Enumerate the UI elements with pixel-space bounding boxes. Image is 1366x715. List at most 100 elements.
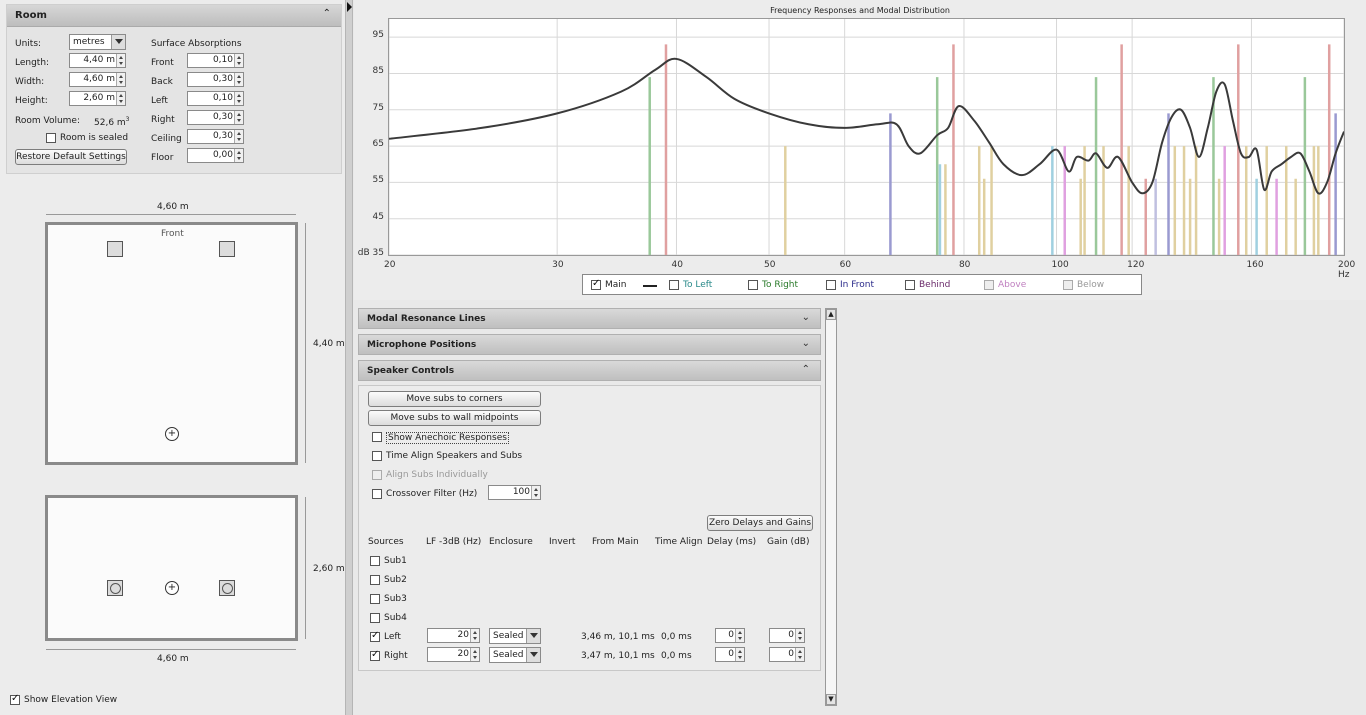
stepper-arrows-icon[interactable] xyxy=(116,73,125,86)
stepper-arrows-icon[interactable] xyxy=(470,629,479,642)
stepper-arrows-icon[interactable] xyxy=(234,130,243,143)
show-elevation-checkbox[interactable] xyxy=(10,693,20,705)
room-sealed-checkbox[interactable] xyxy=(46,133,56,143)
legend-in-front-label: In Front xyxy=(840,280,874,290)
width-stepper[interactable]: 4,60 m xyxy=(69,72,126,87)
legend-to-left-checkbox[interactable] xyxy=(669,280,679,290)
legend-main-swatch xyxy=(643,285,657,287)
microphone-icon[interactable]: + xyxy=(165,427,179,441)
back-absorption-stepper[interactable]: 0,30 xyxy=(187,72,244,87)
restore-defaults-button[interactable]: Restore Default Settings xyxy=(15,149,127,165)
ceiling-absorption-label: Ceiling xyxy=(151,134,182,144)
x-tick-label: 60 xyxy=(839,260,852,270)
crossover-stepper[interactable]: 100 xyxy=(488,485,541,500)
zero-delays-button[interactable]: Zero Delays and Gains xyxy=(707,515,813,531)
ceiling-absorption-stepper[interactable]: 0,30 xyxy=(187,129,244,144)
floor-plan[interactable]: Front + xyxy=(45,222,298,465)
stepper-arrows-icon[interactable] xyxy=(234,73,243,86)
stepper-arrows-icon[interactable] xyxy=(116,92,125,105)
elevation-height-dimension: 2,60 m xyxy=(313,564,345,574)
vertical-scrollbar[interactable]: ▲ ▼ xyxy=(825,308,837,706)
left-enclosure-select[interactable]: Sealed xyxy=(489,628,541,644)
units-select[interactable]: metres xyxy=(69,34,126,50)
right-lf-value: 20 xyxy=(457,649,469,659)
front-absorption-stepper[interactable]: 0,10 xyxy=(187,53,244,68)
stepper-arrows-icon[interactable] xyxy=(735,648,744,661)
stepper-arrows-icon[interactable] xyxy=(234,54,243,67)
y-tick-label: 45 xyxy=(372,211,384,222)
scroll-down-icon[interactable]: ▼ xyxy=(826,694,836,705)
room-header[interactable]: Room ⌃ xyxy=(7,5,341,27)
sub2-checkbox[interactable] xyxy=(370,575,380,585)
expand-icon[interactable]: ⌄ xyxy=(802,312,810,323)
move-subs-corners-button[interactable]: Move subs to corners xyxy=(368,391,541,407)
collapse-icon[interactable]: ⌃ xyxy=(802,364,810,375)
move-subs-midpoints-button[interactable]: Move subs to wall midpoints xyxy=(368,410,541,426)
legend-above-checkbox[interactable] xyxy=(984,280,994,290)
height-stepper[interactable]: 2,60 m xyxy=(69,91,126,106)
left-delay-stepper[interactable]: 0 xyxy=(715,628,745,643)
left-speaker-icon[interactable] xyxy=(107,241,123,257)
crossover-checkbox[interactable] xyxy=(372,489,382,499)
legend-below-checkbox[interactable] xyxy=(1063,280,1073,290)
left-lf-stepper[interactable]: 20 xyxy=(427,628,480,643)
legend-main-checkbox[interactable] xyxy=(591,278,601,290)
stepper-arrows-icon[interactable] xyxy=(234,92,243,105)
left-time-align: 0,0 ms xyxy=(661,632,692,642)
right-delay-stepper[interactable]: 0 xyxy=(715,647,745,662)
legend-to-left-label: To Left xyxy=(683,280,713,290)
microphone-icon[interactable]: + xyxy=(165,581,179,595)
sub3-checkbox[interactable] xyxy=(370,594,380,604)
stepper-arrows-icon[interactable] xyxy=(795,648,804,661)
right-absorption-stepper[interactable]: 0,30 xyxy=(187,110,244,125)
right-speaker-icon[interactable] xyxy=(219,241,235,257)
right-source-checkbox[interactable] xyxy=(370,649,380,661)
x-tick-label: 40 xyxy=(671,260,683,270)
microphone-positions-header[interactable]: Microphone Positions ⌄ xyxy=(358,334,821,355)
expand-icon[interactable]: ⌄ xyxy=(802,338,810,349)
scroll-up-icon[interactable]: ▲ xyxy=(826,309,836,320)
chart-legend: Main To Left To Right In Front Behind Ab… xyxy=(582,274,1142,295)
chevron-down-icon[interactable] xyxy=(526,629,540,643)
left-gain-stepper[interactable]: 0 xyxy=(769,628,805,643)
right-lf-stepper[interactable]: 20 xyxy=(427,647,480,662)
units-value: metres xyxy=(73,37,105,47)
height-label: Height: xyxy=(15,96,48,106)
right-gain-stepper[interactable]: 0 xyxy=(769,647,805,662)
chevron-down-icon[interactable] xyxy=(526,648,540,662)
panel-splitter[interactable] xyxy=(345,0,353,715)
align-subs-checkbox[interactable] xyxy=(372,470,382,480)
show-anechoic-checkbox[interactable] xyxy=(372,432,382,442)
sub1-checkbox[interactable] xyxy=(370,556,380,566)
collapse-arrow-icon[interactable] xyxy=(347,2,352,12)
speaker-controls-body: Move subs to corners Move subs to wall m… xyxy=(358,385,821,671)
back-absorption-label: Back xyxy=(151,77,173,87)
elevation-view[interactable]: + xyxy=(45,495,298,641)
floor-absorption-value: 0,00 xyxy=(212,150,233,160)
plan-width-dimension: 4,60 m xyxy=(157,202,189,212)
right-speaker-icon[interactable] xyxy=(219,580,235,596)
stepper-arrows-icon[interactable] xyxy=(795,629,804,642)
legend-behind-checkbox[interactable] xyxy=(905,280,915,290)
stepper-arrows-icon[interactable] xyxy=(531,486,540,499)
room-sealed-label: Room is sealed xyxy=(60,133,129,143)
stepper-arrows-icon[interactable] xyxy=(735,629,744,642)
speaker-controls-header[interactable]: Speaker Controls ⌃ xyxy=(358,360,821,381)
collapse-icon[interactable]: ⌃ xyxy=(323,8,331,19)
time-align-checkbox[interactable] xyxy=(372,451,382,461)
stepper-arrows-icon[interactable] xyxy=(116,54,125,67)
stepper-arrows-icon[interactable] xyxy=(470,648,479,661)
length-stepper[interactable]: 4,40 m xyxy=(69,53,126,68)
legend-in-front-checkbox[interactable] xyxy=(826,280,836,290)
stepper-arrows-icon[interactable] xyxy=(234,149,243,162)
chevron-down-icon[interactable] xyxy=(111,35,125,49)
left-source-checkbox[interactable] xyxy=(370,630,380,642)
legend-to-right-checkbox[interactable] xyxy=(748,280,758,290)
left-speaker-icon[interactable] xyxy=(107,580,123,596)
right-enclosure-select[interactable]: Sealed xyxy=(489,647,541,663)
sub4-checkbox[interactable] xyxy=(370,613,380,623)
modal-resonance-header[interactable]: Modal Resonance Lines ⌄ xyxy=(358,308,821,329)
floor-absorption-stepper[interactable]: 0,00 xyxy=(187,148,244,163)
left-absorption-stepper[interactable]: 0,10 xyxy=(187,91,244,106)
stepper-arrows-icon[interactable] xyxy=(234,111,243,124)
